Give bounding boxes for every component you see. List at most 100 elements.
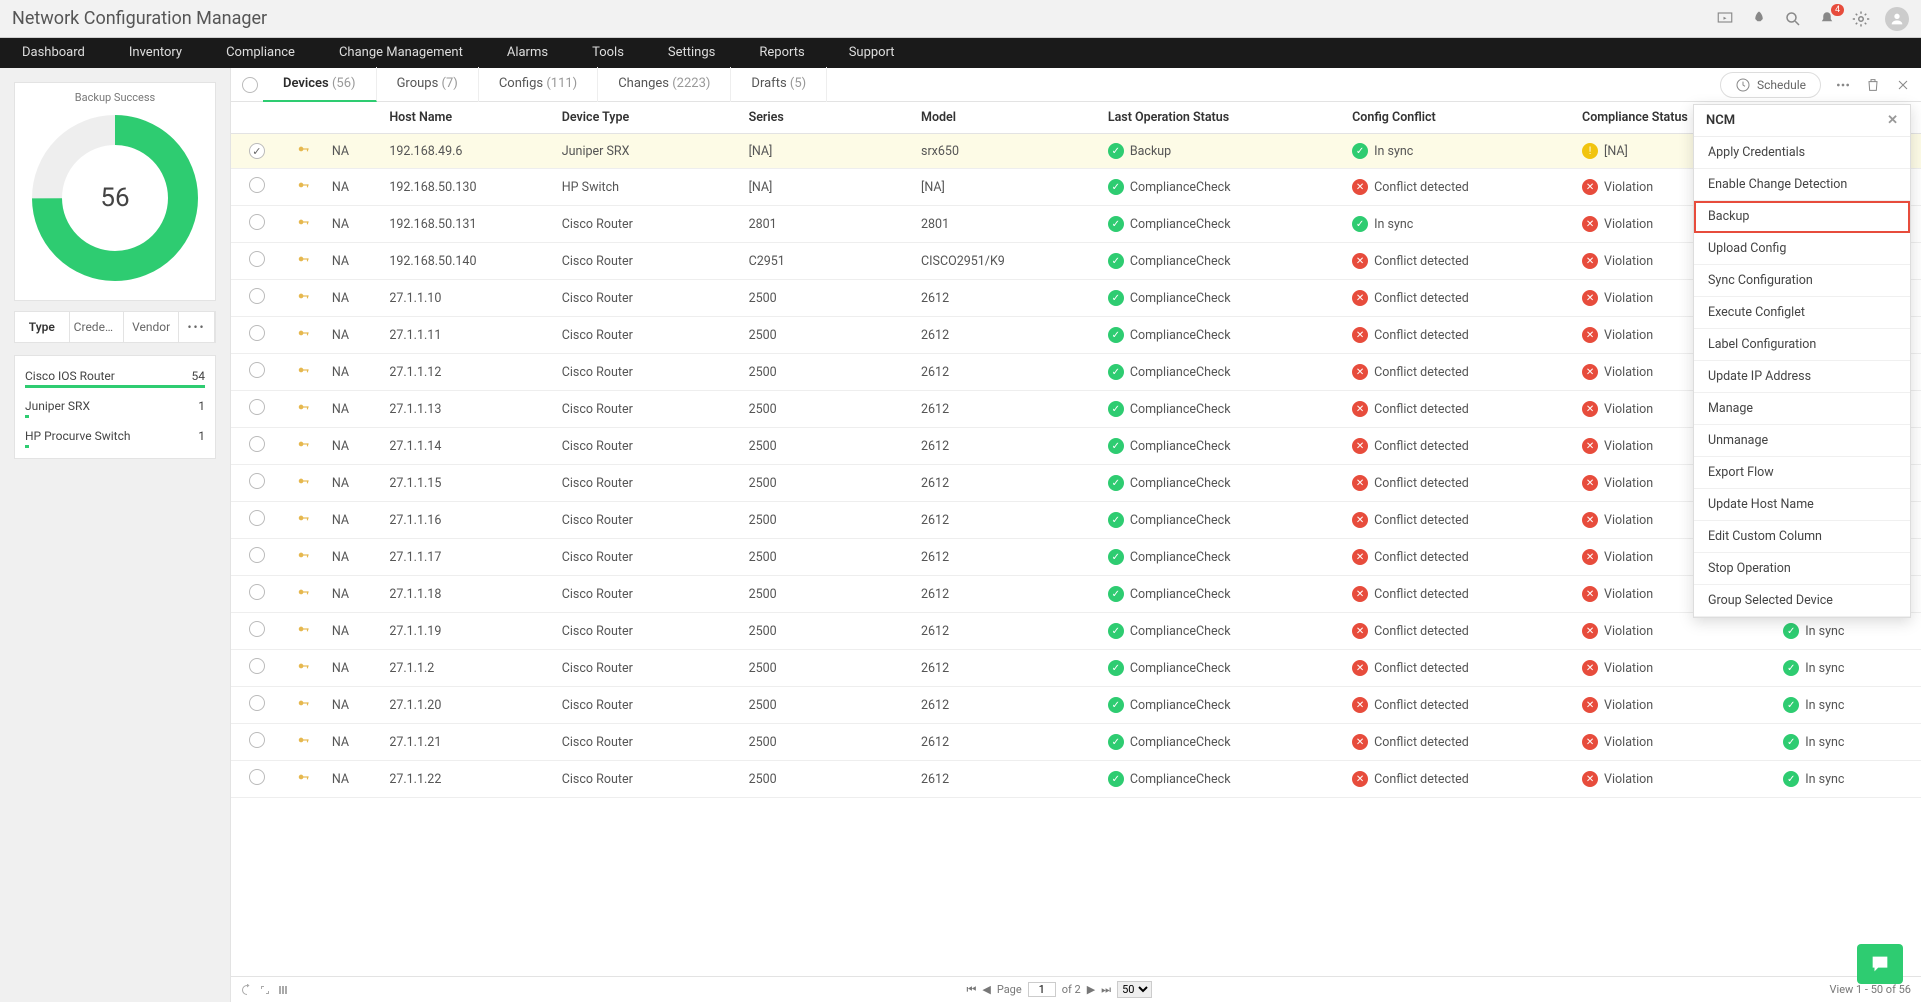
row-checkbox[interactable] (249, 325, 265, 341)
tab-groups[interactable]: Groups (7) (377, 67, 479, 102)
sidebar-tab-vendor[interactable]: Vendor (124, 312, 179, 342)
expand-icon[interactable] (259, 984, 271, 996)
donut-chart[interactable]: 56 (25, 108, 205, 288)
per-page-select[interactable]: 50 (1117, 981, 1152, 998)
dropdown-item-label-configuration[interactable]: Label Configuration (1694, 329, 1910, 361)
col-header[interactable]: Host Name (383, 102, 555, 134)
nav-dashboard[interactable]: Dashboard (0, 38, 107, 68)
nav-alarms[interactable]: Alarms (485, 38, 570, 68)
more-icon[interactable] (1835, 77, 1851, 93)
table-row[interactable]: NA27.1.1.14Cisco Router25002612✓ Complia… (231, 428, 1921, 465)
dropdown-item-manage[interactable]: Manage (1694, 393, 1910, 425)
col-header[interactable]: Last Operation Status (1102, 102, 1346, 134)
dropdown-item-update-ip-address[interactable]: Update IP Address (1694, 361, 1910, 393)
pager-next[interactable]: ▶ (1087, 983, 1095, 996)
col-header[interactable] (283, 102, 326, 134)
row-checkbox[interactable] (249, 214, 265, 230)
pager-prev[interactable]: ◀ (982, 983, 990, 996)
chat-fab[interactable] (1857, 944, 1903, 984)
row-checkbox[interactable] (249, 732, 265, 748)
col-header[interactable]: Config Conflict (1346, 102, 1576, 134)
table-row[interactable]: NA27.1.1.13Cisco Router25002612✓ Complia… (231, 391, 1921, 428)
select-all-checkbox[interactable] (242, 77, 258, 93)
dropdown-item-backup[interactable]: Backup (1694, 201, 1910, 233)
col-header[interactable] (326, 102, 383, 134)
row-checkbox[interactable] (249, 695, 265, 711)
close-icon[interactable] (1895, 77, 1911, 93)
tab-drafts[interactable]: Drafts (5) (731, 67, 827, 102)
table-row[interactable]: NA192.168.50.131Cisco Router28012801✓ Co… (231, 206, 1921, 243)
table-row[interactable]: NA27.1.1.11Cisco Router25002612✓ Complia… (231, 317, 1921, 354)
pager-first[interactable]: ⏮ (966, 983, 976, 997)
nav-support[interactable]: Support (827, 38, 917, 68)
nav-compliance[interactable]: Compliance (204, 38, 317, 68)
col-header[interactable]: Device Type (556, 102, 743, 134)
dropdown-item-stop-operation[interactable]: Stop Operation (1694, 553, 1910, 585)
table-wrap[interactable]: Host NameDevice TypeSeriesModelLast Oper… (231, 102, 1921, 976)
table-row[interactable]: NA27.1.1.17Cisco Router25002612✓ Complia… (231, 539, 1921, 576)
nav-tools[interactable]: Tools (570, 38, 646, 68)
table-row[interactable]: NA27.1.1.20Cisco Router25002612✓ Complia… (231, 687, 1921, 724)
gear-icon[interactable] (1851, 9, 1871, 29)
row-checkbox[interactable] (249, 473, 265, 489)
dropdown-item-upload-config[interactable]: Upload Config (1694, 233, 1910, 265)
dropdown-item-edit-custom-column[interactable]: Edit Custom Column (1694, 521, 1910, 553)
nav-change-management[interactable]: Change Management (317, 38, 485, 68)
row-checkbox[interactable] (249, 362, 265, 378)
dropdown-item-sync-configuration[interactable]: Sync Configuration (1694, 265, 1910, 297)
nav-settings[interactable]: Settings (646, 38, 737, 68)
table-row[interactable]: NA27.1.1.10Cisco Router25002612✓ Complia… (231, 280, 1921, 317)
table-row[interactable]: NA27.1.1.15Cisco Router25002612✓ Complia… (231, 465, 1921, 502)
sidebar-tab-type[interactable]: Type (15, 312, 70, 342)
tab-devices[interactable]: Devices (56) (263, 67, 377, 102)
row-checkbox[interactable] (249, 399, 265, 415)
table-row[interactable]: NA192.168.50.140Cisco RouterC2951CISCO29… (231, 243, 1921, 280)
dropdown-item-enable-change-detection[interactable]: Enable Change Detection (1694, 169, 1910, 201)
dropdown-item-export-flow[interactable]: Export Flow (1694, 457, 1910, 489)
present-icon[interactable] (1715, 9, 1735, 29)
table-row[interactable]: NA27.1.1.2Cisco Router25002612✓ Complian… (231, 650, 1921, 687)
row-checkbox[interactable] (249, 436, 265, 452)
page-input[interactable] (1028, 982, 1056, 997)
row-checkbox[interactable] (249, 510, 265, 526)
bell-icon[interactable]: 4 (1817, 9, 1837, 29)
pager-last[interactable]: ⏭ (1101, 983, 1111, 997)
type-row[interactable]: HP Procurve Switch1 (25, 422, 205, 445)
search-icon[interactable] (1783, 9, 1803, 29)
sidebar-tab-more[interactable]: ••• (179, 312, 215, 342)
avatar-icon[interactable] (1885, 7, 1909, 31)
type-row[interactable]: Juniper SRX1 (25, 392, 205, 415)
columns-icon[interactable] (277, 984, 289, 996)
col-header[interactable] (231, 102, 283, 134)
table-row[interactable]: NA192.168.50.130HP Switch[NA][NA]✓ Compl… (231, 169, 1921, 206)
dropdown-item-update-host-name[interactable]: Update Host Name (1694, 489, 1910, 521)
table-row[interactable]: NA27.1.1.16Cisco Router25002612✓ Complia… (231, 502, 1921, 539)
table-row[interactable]: NA27.1.1.22Cisco Router25002612✓ Complia… (231, 761, 1921, 798)
col-header[interactable]: Model (915, 102, 1102, 134)
tab-configs[interactable]: Configs (111) (479, 67, 598, 102)
nav-reports[interactable]: Reports (737, 38, 826, 68)
dropdown-item-unmanage[interactable]: Unmanage (1694, 425, 1910, 457)
row-checkbox[interactable] (249, 288, 265, 304)
row-checkbox[interactable] (249, 769, 265, 785)
table-row[interactable]: NA27.1.1.12Cisco Router25002612✓ Complia… (231, 354, 1921, 391)
schedule-button[interactable]: Schedule (1720, 72, 1821, 98)
refresh-icon[interactable] (241, 984, 253, 996)
table-row[interactable]: NA27.1.1.21Cisco Router25002612✓ Complia… (231, 724, 1921, 761)
rocket-icon[interactable] (1749, 9, 1769, 29)
table-row[interactable]: NA192.168.49.6Juniper SRX[NA]srx650✓ Bac… (231, 134, 1921, 169)
dropdown-close-icon[interactable]: ✕ (1887, 113, 1898, 128)
dropdown-item-group-selected-device[interactable]: Group Selected Device (1694, 585, 1910, 617)
trash-icon[interactable] (1865, 77, 1881, 93)
tab-changes[interactable]: Changes (2223) (598, 67, 731, 102)
type-row[interactable]: Cisco IOS Router54 (25, 362, 205, 385)
table-row[interactable]: NA27.1.1.18Cisco Router25002612✓ Complia… (231, 576, 1921, 613)
row-checkbox[interactable] (249, 143, 265, 159)
row-checkbox[interactable] (249, 251, 265, 267)
col-header[interactable]: Series (743, 102, 915, 134)
row-checkbox[interactable] (249, 547, 265, 563)
row-checkbox[interactable] (249, 621, 265, 637)
row-checkbox[interactable] (249, 658, 265, 674)
dropdown-item-execute-configlet[interactable]: Execute Configlet (1694, 297, 1910, 329)
dropdown-item-apply-credentials[interactable]: Apply Credentials (1694, 137, 1910, 169)
